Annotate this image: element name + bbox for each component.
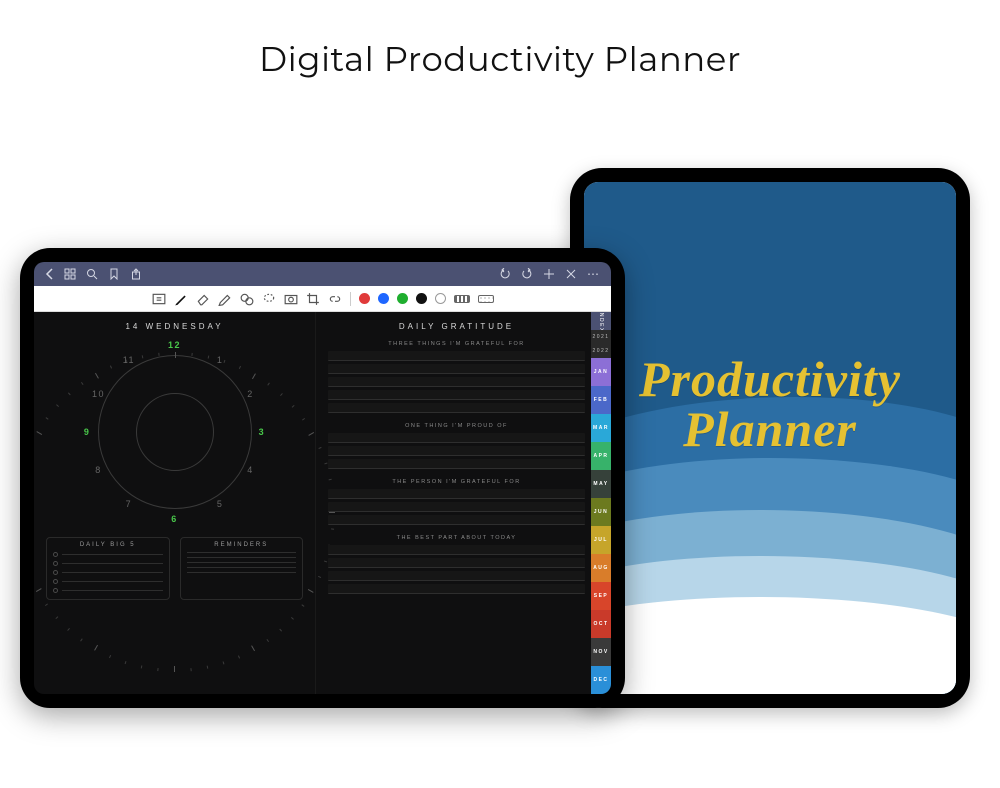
camera-tool-icon[interactable] — [284, 292, 298, 306]
writing-line[interactable] — [328, 446, 585, 456]
tab-month-may[interactable]: MAY — [591, 470, 611, 498]
share-icon[interactable] — [130, 268, 142, 280]
redo-icon[interactable] — [521, 268, 533, 280]
crop-tool-icon[interactable] — [306, 292, 320, 306]
tab-month-oct[interactable]: OCT — [591, 610, 611, 638]
clock-hour-7: 7 — [126, 499, 133, 509]
tab-month-aug[interactable]: AUG — [591, 554, 611, 582]
writing-line[interactable] — [328, 377, 585, 387]
clock-hour-8: 8 — [95, 465, 102, 475]
tab-year-2021[interactable]: 2021 — [591, 330, 611, 344]
clock-hour-4: 4 — [247, 465, 254, 475]
reminders-box[interactable]: REMINDERS — [180, 537, 304, 600]
clock-hour-3: 3 — [259, 427, 266, 437]
tab-month-dec[interactable]: DEC — [591, 666, 611, 694]
planner-left-page: 14 WEDNESDAY 12 1 2 3 4 5 6 7 8 9 10 11 — [34, 312, 315, 694]
cover-screen: Productivity Planner — [584, 182, 956, 694]
writing-line[interactable] — [328, 502, 585, 512]
text-tool-icon[interactable] — [152, 292, 166, 306]
clock-hour-6: 6 — [171, 514, 178, 524]
stroke-dash-style[interactable] — [454, 295, 470, 303]
planner-right-page: DAILY GRATITUDE THREE THINGS I'M GRATEFU… — [315, 312, 611, 694]
writing-line[interactable] — [328, 351, 585, 361]
section-proud-of: ONE THING I'M PROUD OF — [328, 423, 585, 429]
back-icon[interactable] — [44, 268, 56, 280]
tab-month-sep[interactable]: SEP — [591, 582, 611, 610]
highlighter-tool-icon[interactable] — [218, 292, 232, 306]
cover-title-line1: Productivity — [639, 351, 901, 407]
add-icon[interactable] — [543, 268, 555, 280]
right-page-header: DAILY GRATITUDE — [328, 322, 585, 331]
undo-icon[interactable] — [499, 268, 511, 280]
ipad-landscape-device: ⋯ — [20, 248, 625, 708]
side-tabs: INDEX 2021 2022 JANFEBMARAPRMAYJUNJULAUG… — [591, 312, 611, 694]
grid-icon[interactable] — [64, 268, 76, 280]
left-page-header: 14 WEDNESDAY — [46, 322, 303, 331]
tab-month-feb[interactable]: FEB — [591, 386, 611, 414]
clock-hour-1: 1 — [217, 355, 224, 365]
writing-line[interactable] — [328, 459, 585, 469]
writing-line[interactable] — [328, 545, 585, 555]
tab-month-jul[interactable]: JUL — [591, 526, 611, 554]
writing-line[interactable] — [328, 558, 585, 568]
writing-line[interactable] — [328, 403, 585, 413]
cover-title: Productivity Planner — [584, 356, 956, 453]
color-swatch-white[interactable] — [435, 293, 446, 304]
link-tool-icon[interactable] — [328, 292, 342, 306]
shapes-tool-icon[interactable] — [240, 292, 254, 306]
clock-hour-9: 9 — [84, 427, 91, 437]
color-swatch-black[interactable] — [416, 293, 427, 304]
daily-big5-box[interactable]: DAILY BIG 5 — [46, 537, 170, 600]
tab-month-mar[interactable]: MAR — [591, 414, 611, 442]
writing-line[interactable] — [328, 364, 585, 374]
writing-line[interactable] — [328, 584, 585, 594]
clock-hour-5: 5 — [217, 499, 224, 509]
tab-month-nov[interactable]: NOV — [591, 638, 611, 666]
bookmark-icon[interactable] — [108, 268, 120, 280]
daily-big5-title: DAILY BIG 5 — [53, 542, 163, 548]
tab-month-jan[interactable]: JAN — [591, 358, 611, 386]
color-swatch-green[interactable] — [397, 293, 408, 304]
tab-month-jun[interactable]: JUN — [591, 498, 611, 526]
clock-hour-11: 11 — [123, 355, 135, 365]
editor-toolbar — [34, 286, 611, 312]
tab-year-2022[interactable]: 2022 — [591, 344, 611, 358]
toolbar-divider — [350, 292, 351, 306]
clock-hour-10: 10 — [92, 389, 105, 399]
reminders-title: REMINDERS — [187, 542, 297, 548]
eraser-tool-icon[interactable] — [196, 292, 210, 306]
tab-month-apr[interactable]: APR — [591, 442, 611, 470]
pen-tool-icon[interactable] — [174, 292, 188, 306]
section-person-grateful: THE PERSON I'M GRATEFUL FOR — [328, 479, 585, 485]
writing-line[interactable] — [328, 489, 585, 499]
clock-hour-12: 12 — [168, 340, 181, 350]
section-best-part: THE BEST PART ABOUT TODAY — [328, 535, 585, 541]
ipad-portrait-device: Productivity Planner — [570, 168, 970, 708]
planner-spread: 14 WEDNESDAY 12 1 2 3 4 5 6 7 8 9 10 11 — [34, 312, 611, 694]
writing-line[interactable] — [328, 571, 585, 581]
app-chrome-bar: ⋯ — [34, 262, 611, 286]
close-icon[interactable] — [565, 268, 577, 280]
page-title: Digital Productivity Planner — [0, 38, 1000, 80]
section-grateful-for: THREE THINGS I'M GRATEFUL FOR — [328, 341, 585, 347]
cover-title-line2: Planner — [584, 406, 956, 454]
writing-line[interactable] — [328, 390, 585, 400]
writing-line[interactable] — [328, 515, 585, 525]
tab-index[interactable]: INDEX — [591, 312, 611, 330]
color-swatch-red[interactable] — [359, 293, 370, 304]
writing-line[interactable] — [328, 433, 585, 443]
search-icon[interactable] — [86, 268, 98, 280]
more-icon[interactable]: ⋯ — [587, 267, 601, 281]
clock-hour-2: 2 — [247, 389, 254, 399]
clock-face: 12 1 2 3 4 5 6 7 8 9 10 11 — [80, 337, 270, 527]
color-swatch-blue[interactable] — [378, 293, 389, 304]
stroke-dot-style[interactable] — [478, 295, 494, 303]
lasso-tool-icon[interactable] — [262, 292, 276, 306]
